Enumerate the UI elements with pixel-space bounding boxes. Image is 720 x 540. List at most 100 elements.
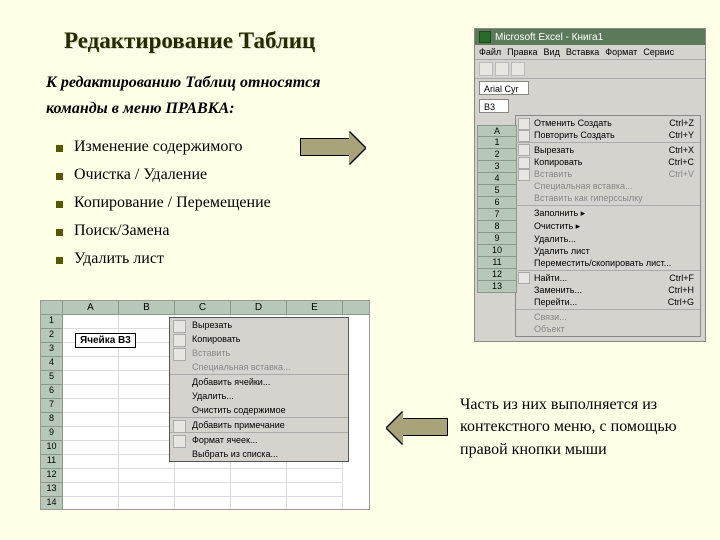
context-menu-item[interactable]: Копировать xyxy=(170,332,348,346)
grid-cell[interactable] xyxy=(231,483,287,497)
grid-cell[interactable] xyxy=(63,357,119,371)
font-name-box[interactable]: Arial Cyr xyxy=(479,81,529,95)
grid-cell[interactable] xyxy=(119,497,175,510)
grid-cell[interactable] xyxy=(119,441,175,455)
edit-menu-item[interactable]: Отменить СоздатьCtrl+Z xyxy=(516,117,700,129)
grid-cell[interactable] xyxy=(287,497,343,510)
row-header[interactable]: 10 xyxy=(41,441,63,455)
row-header[interactable]: 3 xyxy=(477,161,517,173)
grid-cell[interactable] xyxy=(63,455,119,469)
menu-file[interactable]: Файл xyxy=(479,47,501,57)
grid-cell[interactable] xyxy=(231,469,287,483)
edit-menu-item[interactable]: Объект xyxy=(516,323,700,335)
row-header[interactable]: 9 xyxy=(41,427,63,441)
context-menu-item[interactable]: Выбрать из списка... xyxy=(170,447,348,461)
edit-menu-item[interactable]: Очистить ▸ xyxy=(516,220,700,233)
row-header[interactable]: 6 xyxy=(477,197,517,209)
col-header[interactable]: A xyxy=(63,301,119,314)
row-header[interactable]: 11 xyxy=(477,257,517,269)
row-header[interactable]: 8 xyxy=(477,221,517,233)
edit-menu-item[interactable]: Заменить...Ctrl+H xyxy=(516,284,700,296)
menu-format[interactable]: Формат xyxy=(605,47,637,57)
row-header[interactable]: 14 xyxy=(41,497,63,510)
grid-cell[interactable] xyxy=(119,371,175,385)
context-menu-item[interactable]: Добавить ячейки... xyxy=(170,374,348,389)
row-header[interactable]: 6 xyxy=(41,385,63,399)
col-header[interactable]: E xyxy=(287,301,343,314)
menu-edit[interactable]: Правка xyxy=(507,47,537,57)
col-header[interactable]: B xyxy=(119,301,175,314)
row-header[interactable]: 13 xyxy=(477,281,517,293)
edit-menu-item[interactable]: Заполнить ▸ xyxy=(516,205,700,220)
edit-menu-item[interactable]: Специальная вставка... xyxy=(516,180,700,192)
edit-menu-item[interactable]: ВставитьCtrl+V xyxy=(516,168,700,180)
context-menu-item[interactable]: Вырезать xyxy=(170,318,348,332)
context-menu-item[interactable]: Формат ячеек... xyxy=(170,432,348,447)
row-header[interactable]: 5 xyxy=(477,185,517,197)
grid-cell[interactable] xyxy=(175,483,231,497)
toolbar-button[interactable] xyxy=(495,62,509,76)
edit-menu-item[interactable]: Удалить лист xyxy=(516,245,700,257)
row-header[interactable]: 4 xyxy=(477,173,517,185)
grid-cell[interactable] xyxy=(287,469,343,483)
grid-cell[interactable] xyxy=(119,427,175,441)
grid-cell[interactable] xyxy=(63,315,119,329)
grid-cell[interactable] xyxy=(63,385,119,399)
row-header[interactable]: 5 xyxy=(41,371,63,385)
menu-view[interactable]: Вид xyxy=(544,47,560,57)
grid-cell[interactable] xyxy=(63,399,119,413)
grid-cell[interactable] xyxy=(119,455,175,469)
row-header[interactable]: 2 xyxy=(41,329,63,343)
edit-menu-item[interactable]: Перейти...Ctrl+G xyxy=(516,296,700,308)
edit-menu-item[interactable]: Связи... xyxy=(516,309,700,323)
row-header[interactable]: 3 xyxy=(41,343,63,357)
grid-cell[interactable] xyxy=(119,357,175,371)
grid-cell[interactable] xyxy=(63,469,119,483)
row-header[interactable]: 9 xyxy=(477,233,517,245)
row-header[interactable]: 13 xyxy=(41,483,63,497)
row-header[interactable]: 8 xyxy=(41,413,63,427)
grid-cell[interactable] xyxy=(175,497,231,510)
grid-cell[interactable] xyxy=(63,427,119,441)
row-header[interactable]: 12 xyxy=(41,469,63,483)
grid-cell[interactable] xyxy=(63,497,119,510)
grid-cell[interactable] xyxy=(287,483,343,497)
grid-cell[interactable] xyxy=(119,399,175,413)
row-header[interactable]: 7 xyxy=(41,399,63,413)
edit-menu-item[interactable]: Удалить... xyxy=(516,233,700,245)
grid-cell[interactable] xyxy=(63,413,119,427)
grid-cell[interactable] xyxy=(231,497,287,510)
edit-menu-item[interactable]: Найти...Ctrl+F xyxy=(516,270,700,284)
menu-insert[interactable]: Вставка xyxy=(566,47,599,57)
edit-menu-item[interactable]: Переместить/скопировать лист... xyxy=(516,257,700,269)
grid-cell[interactable] xyxy=(119,483,175,497)
name-box[interactable]: B3 xyxy=(479,99,509,113)
context-menu-item[interactable]: Специальная вставка... xyxy=(170,360,348,374)
grid-cell[interactable] xyxy=(63,483,119,497)
row-header[interactable]: 11 xyxy=(41,455,63,469)
col-header-a[interactable]: A xyxy=(477,125,517,137)
toolbar-button[interactable] xyxy=(479,62,493,76)
edit-menu-item[interactable]: Вставить как гиперссылку xyxy=(516,192,700,204)
grid-cell[interactable] xyxy=(175,469,231,483)
grid-cell[interactable] xyxy=(119,469,175,483)
row-header[interactable]: 1 xyxy=(477,137,517,149)
grid-cell[interactable] xyxy=(119,315,175,329)
select-all-corner[interactable] xyxy=(41,301,63,314)
row-header[interactable]: 10 xyxy=(477,245,517,257)
edit-menu-item[interactable]: Повторить СоздатьCtrl+Y xyxy=(516,129,700,141)
context-menu-item[interactable]: Очистить содержимое xyxy=(170,403,348,417)
row-header[interactable]: 12 xyxy=(477,269,517,281)
context-menu-item[interactable]: Вставить xyxy=(170,346,348,360)
grid-cell[interactable] xyxy=(119,385,175,399)
row-header[interactable]: 4 xyxy=(41,357,63,371)
grid-cell[interactable] xyxy=(63,371,119,385)
edit-menu-item[interactable]: ВырезатьCtrl+X xyxy=(516,142,700,156)
grid-cell[interactable] xyxy=(63,441,119,455)
row-header[interactable]: 2 xyxy=(477,149,517,161)
context-menu-item[interactable]: Добавить примечание xyxy=(170,417,348,432)
col-header[interactable]: D xyxy=(231,301,287,314)
context-menu-item[interactable]: Удалить... xyxy=(170,389,348,403)
grid-cell[interactable] xyxy=(119,413,175,427)
edit-menu-item[interactable]: КопироватьCtrl+C xyxy=(516,156,700,168)
